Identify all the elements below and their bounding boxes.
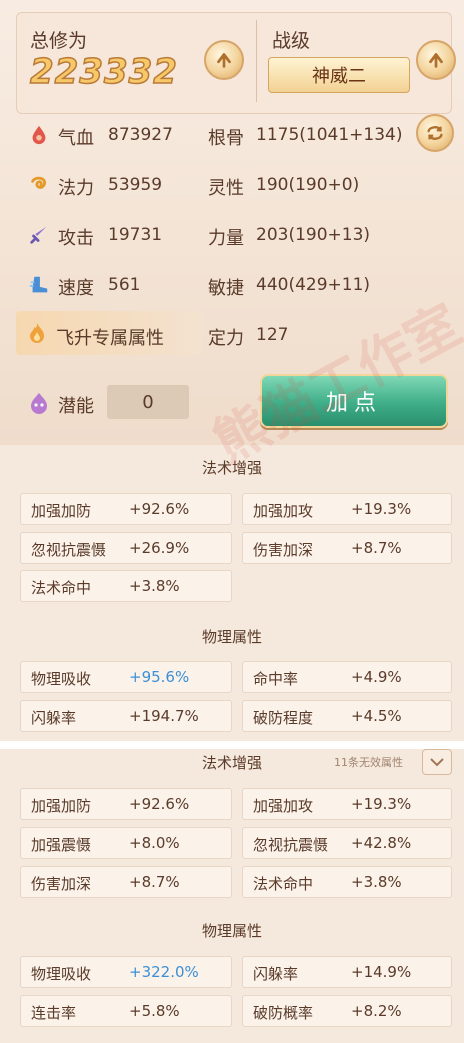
flame-icon: [24, 320, 50, 346]
rank-value: 神威二: [312, 66, 366, 87]
cultivation-upgrade-button[interactable]: [204, 40, 244, 80]
attr-cell: 闪躲率 +14.9%: [242, 956, 452, 988]
attr-value-constitution: 1175(1041+134): [256, 125, 403, 145]
attr-cell: 法术命中 +3.8%: [20, 570, 232, 602]
stat-label-speed: 速度: [58, 278, 94, 299]
attr-cell: 物理吸收 +322.0%: [20, 956, 232, 988]
attr-cell: 破防概率 +8.2%: [242, 995, 452, 1027]
ascension-label: 飞升专属属性: [56, 328, 164, 349]
attr-label-agility: 敏捷: [208, 278, 244, 299]
divider: [0, 741, 464, 749]
attr-cell: 法术命中 +3.8%: [242, 866, 452, 898]
attr-cell: 加强加防 +92.6%: [20, 493, 232, 525]
section-title: 物理属性: [201, 628, 262, 646]
attr-value-focus: 127: [256, 325, 289, 345]
boot-icon: [26, 272, 52, 298]
attr-label-focus: 定力: [208, 328, 244, 349]
attr-label-strength: 力量: [208, 228, 244, 249]
blood-drop-icon: [26, 122, 52, 148]
cultivation-label: 总修为: [30, 30, 88, 52]
rank-badge: 神威二: [268, 57, 410, 93]
attr-cell: 忽视抗震慑 +26.9%: [20, 532, 232, 564]
potential-icon: [26, 390, 52, 416]
attr-cell: 连击率 +5.8%: [20, 995, 232, 1027]
stat-value-hp: 873927: [108, 125, 173, 145]
refresh-icon: [427, 126, 443, 140]
attr-value-strength: 203(190+13): [256, 225, 371, 245]
divider: [256, 20, 257, 102]
attr-cell: 加强加攻 +19.3%: [242, 493, 452, 525]
refresh-attributes-button[interactable]: [416, 114, 454, 152]
expand-button[interactable]: [422, 749, 452, 775]
attr-cell: 命中率 +4.9%: [242, 661, 452, 693]
stat-value-mana: 53959: [108, 175, 163, 195]
arrow-up-icon: [429, 53, 443, 68]
invalid-attributes-note: 11条无效属性: [334, 756, 403, 769]
potential-value-box: 0: [107, 385, 189, 419]
attr-label-spirit: 灵性: [208, 178, 244, 199]
attr-cell: 加强震慑 +8.0%: [20, 827, 232, 859]
stat-value-attack: 19731: [108, 225, 163, 245]
attr-value-spirit: 190(190+0): [256, 175, 360, 195]
attr-cell: 忽视抗震慑 +42.8%: [242, 827, 452, 859]
stat-label-mana: 法力: [58, 178, 94, 199]
attr-cell: 物理吸收 +95.6%: [20, 661, 232, 693]
sword-icon: [26, 222, 52, 248]
stat-label-hp: 气血: [58, 128, 94, 149]
stat-label-attack: 攻击: [58, 228, 94, 249]
attr-label-constitution: 根骨: [208, 128, 244, 149]
section-title: 物理属性: [201, 922, 262, 940]
cultivation-value: 223332: [29, 51, 178, 93]
attr-cell: 闪躲率 +194.7%: [20, 700, 232, 732]
attr-cell: 伤害加深 +8.7%: [20, 866, 232, 898]
chevron-down-icon: [430, 758, 444, 767]
potential-label: 潜能: [58, 396, 94, 417]
attr-value-agility: 440(429+11): [256, 275, 371, 295]
stat-value-speed: 561: [108, 275, 141, 295]
rank-label: 战级: [272, 30, 311, 52]
attr-cell: 破防程度 +4.5%: [242, 700, 452, 732]
attr-cell: 伤害加深 +8.7%: [242, 532, 452, 564]
attr-cell: 加强加攻 +19.3%: [242, 788, 452, 820]
attr-cell: 加强加防 +92.6%: [20, 788, 232, 820]
mana-swirl-icon: [26, 172, 52, 198]
rank-upgrade-button[interactable]: [416, 40, 456, 80]
potential-value: 0: [142, 391, 154, 413]
arrow-up-icon: [217, 53, 231, 68]
